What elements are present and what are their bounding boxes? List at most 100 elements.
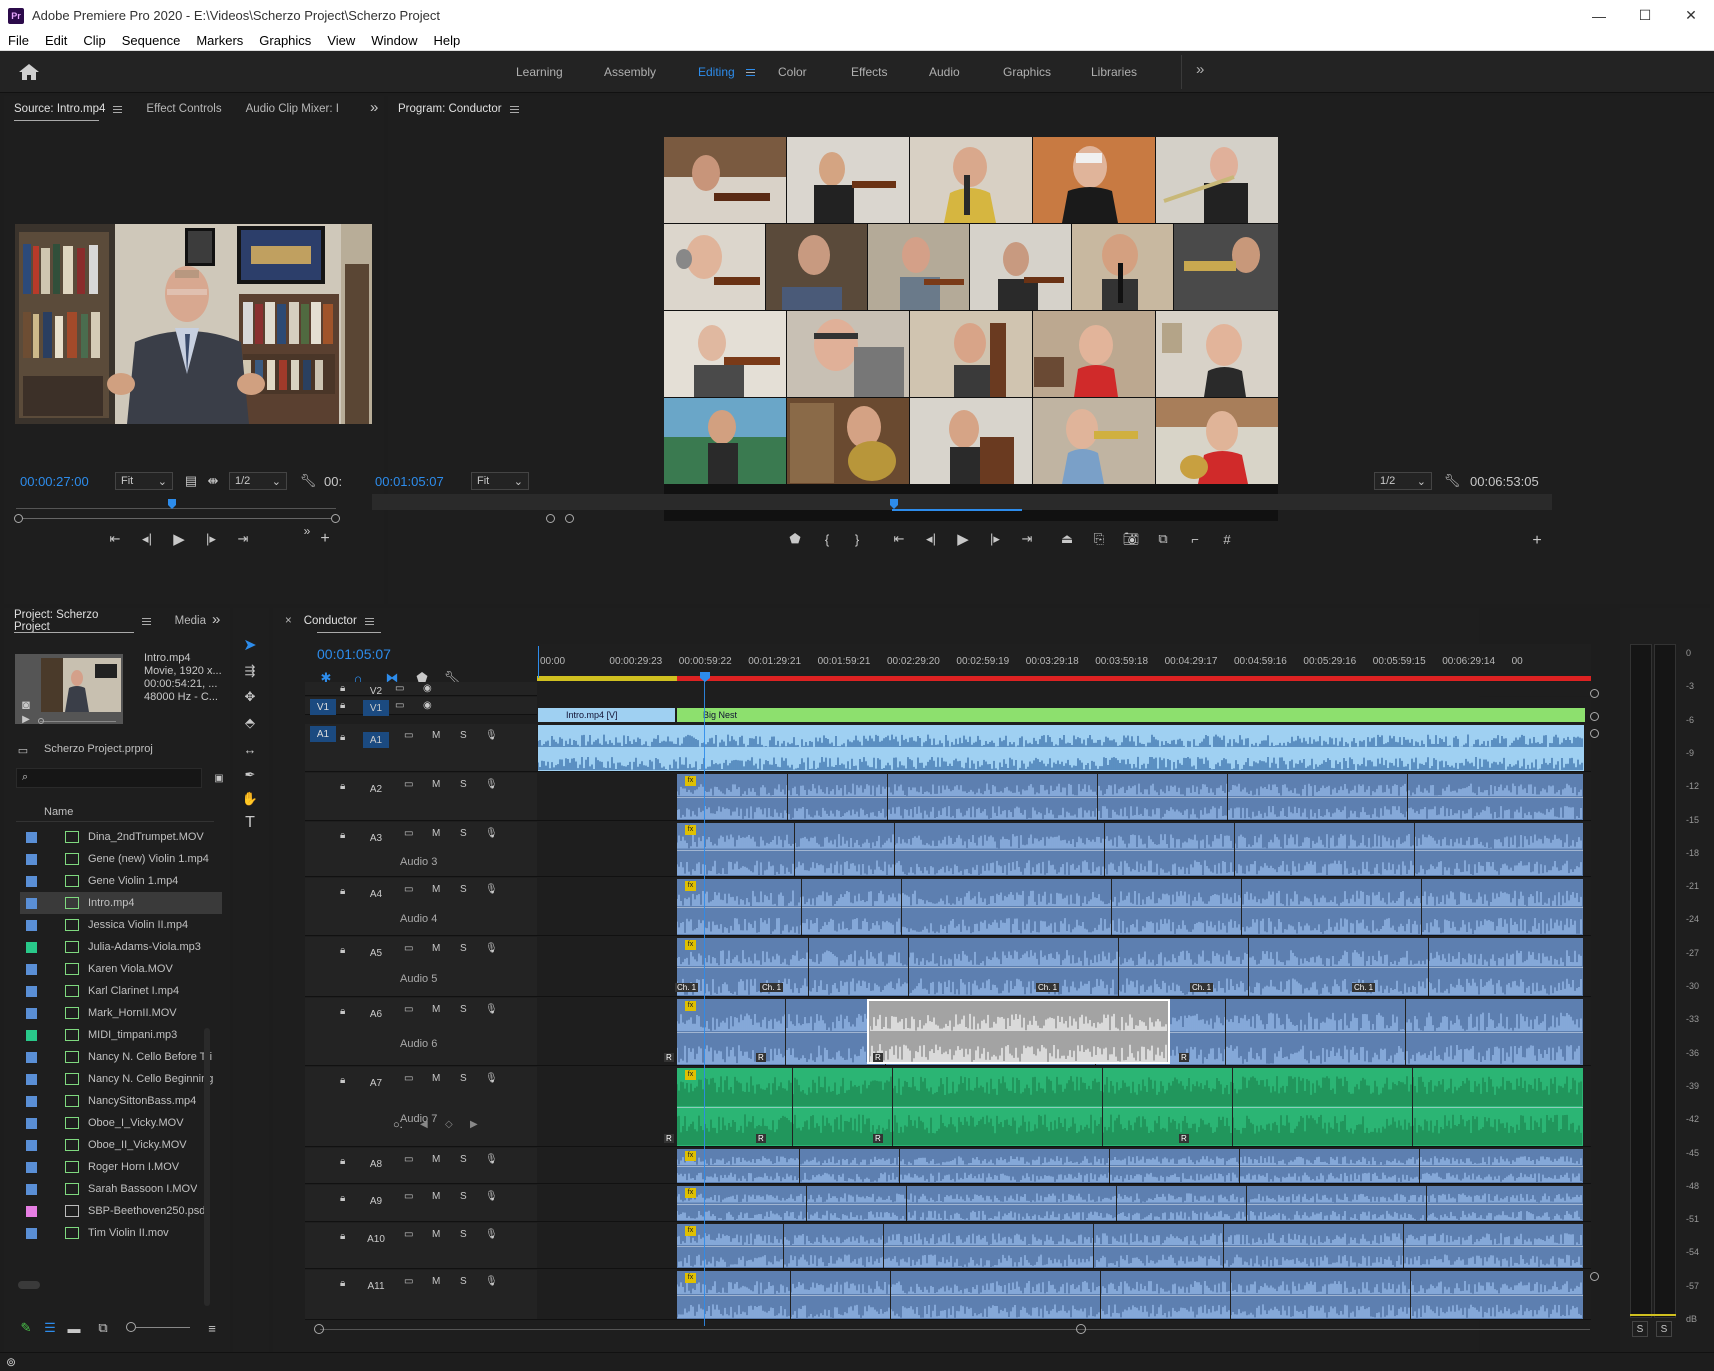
mute-button[interactable]: M	[432, 943, 440, 954]
source-play-icon[interactable]: ▶	[170, 530, 188, 548]
timeline-timecode[interactable]: 00:01:05:07	[317, 646, 391, 662]
project-item[interactable]: Sarah Bassoon I.MOV	[20, 1178, 222, 1200]
solo-button[interactable]: S	[460, 730, 467, 741]
track-output-icon[interactable]: ▭	[404, 730, 413, 741]
program-safe-margins-icon[interactable]: ⌐	[1186, 530, 1204, 548]
maximize-button[interactable]: ☐	[1622, 0, 1668, 31]
source-go-to-out-icon[interactable]: ⇥	[234, 530, 252, 548]
thumbnail-play-icon[interactable]: ▶	[19, 712, 33, 726]
workspace-effects[interactable]: Effects	[851, 65, 887, 79]
lock-icon[interactable]: 🔒︎	[340, 1231, 345, 1242]
microphone-icon[interactable]: 🎙︎	[485, 943, 498, 954]
lock-icon[interactable]: 🔒︎	[340, 886, 345, 897]
menu-view[interactable]: View	[319, 33, 363, 48]
label-color-swatch[interactable]	[26, 1007, 37, 1019]
workspace-color[interactable]: Color	[778, 65, 807, 79]
eye-icon[interactable]: ◉	[423, 700, 432, 711]
microphone-icon[interactable]: 🎙︎	[485, 1073, 498, 1084]
hand-tool-icon[interactable]: ✋	[239, 788, 261, 810]
track-label-a6[interactable]: A6	[363, 1006, 389, 1022]
program-export-frame-icon[interactable]: 📷︎	[1122, 530, 1140, 548]
program-lift-icon[interactable]: ⏏	[1058, 530, 1076, 548]
keyframe-toggle-icon[interactable]: ○.	[393, 1119, 403, 1131]
label-color-swatch[interactable]	[26, 1205, 37, 1217]
source-controls-more-icon[interactable]: »	[300, 524, 314, 538]
source-resolution-dropdown[interactable]: 1/2 ⌄	[229, 472, 287, 490]
workspace-graphics[interactable]: Graphics	[1003, 65, 1051, 79]
lock-icon[interactable]: 🔒︎	[340, 945, 345, 956]
solo-button[interactable]: S	[460, 1229, 467, 1240]
workspace-assembly[interactable]: Assembly	[604, 65, 656, 79]
microphone-icon[interactable]: 🎙︎	[485, 730, 498, 741]
minimize-button[interactable]: —	[1576, 0, 1622, 31]
program-wrench-icon[interactable]: 🔧︎	[1444, 472, 1461, 490]
workspaces-more-button[interactable]: »	[1196, 61, 1204, 78]
lock-icon[interactable]: 🔒︎	[340, 1193, 345, 1204]
project-item[interactable]: Karen Viola.MOV	[20, 958, 222, 980]
label-color-swatch[interactable]	[26, 853, 37, 865]
microphone-icon[interactable]: 🎙︎	[485, 1154, 498, 1165]
timeline-close-icon[interactable]: ×	[285, 615, 292, 627]
track-label-a9[interactable]: A9	[363, 1193, 389, 1209]
menu-help[interactable]: Help	[426, 33, 469, 48]
microphone-icon[interactable]: 🎙︎	[485, 1229, 498, 1240]
workspace-editing[interactable]: Editing	[698, 65, 735, 79]
solo-button[interactable]: S	[460, 1191, 467, 1202]
track-output-icon[interactable]: ▭	[404, 1154, 413, 1165]
project-item[interactable]: Intro.mp4	[20, 892, 222, 914]
timeline-scroll-start-handle[interactable]	[314, 1324, 324, 1334]
menu-markers[interactable]: Markers	[188, 33, 251, 48]
track-label-a2[interactable]: A2	[363, 781, 389, 797]
source-menu-icon[interactable]	[113, 105, 123, 113]
program-grid-icon[interactable]: #	[1218, 530, 1236, 548]
source-insert-icon[interactable]: ⇼	[206, 472, 220, 490]
project-item[interactable]: MIDI_timpani.mp3	[20, 1024, 222, 1046]
list-view-icon[interactable]: ☰	[42, 1320, 58, 1336]
home-icon[interactable]	[18, 63, 40, 81]
label-color-swatch[interactable]	[26, 1073, 37, 1085]
lock-icon[interactable]: 🔒︎	[340, 1156, 345, 1167]
track-label-a1[interactable]: A1	[363, 732, 389, 748]
fx-badge[interactable]: fx	[685, 776, 696, 786]
tab-source[interactable]: Source: Intro.mp4	[14, 103, 123, 115]
solo-right-button[interactable]: S	[1656, 1321, 1672, 1337]
source-zoom-end-handle[interactable]	[331, 514, 340, 523]
next-keyframe-icon[interactable]: ▶	[470, 1119, 478, 1130]
workspace-learning[interactable]: Learning	[516, 65, 563, 79]
solo-left-button[interactable]: S	[1632, 1321, 1648, 1337]
project-item[interactable]: Julia-Adams-Viola.mp3	[20, 936, 222, 958]
project-item[interactable]: Nancy N. Cello Before Tri	[20, 1046, 222, 1068]
source-wrench-icon[interactable]: 🔧︎	[300, 472, 317, 490]
lock-icon[interactable]: 🔒︎	[340, 683, 345, 694]
project-item[interactable]: Gene Violin 1.mp4	[20, 870, 222, 892]
program-go-to-in-icon[interactable]: ⇤	[890, 530, 908, 548]
sort-icon[interactable]: ≡	[204, 1320, 220, 1336]
lock-icon[interactable]: 🔒︎	[340, 700, 345, 711]
menu-clip[interactable]: Clip	[75, 33, 113, 48]
timeline-horizontal-scrollbar[interactable]	[320, 1329, 1590, 1330]
tab-program[interactable]: Program: Conductor	[398, 103, 519, 115]
microphone-icon[interactable]: 🎙︎	[485, 1004, 498, 1015]
source-settings-icon[interactable]: ▤	[184, 472, 198, 490]
type-tool-icon[interactable]: T	[239, 812, 261, 834]
razor-tool-icon[interactable]: ⬘	[239, 712, 261, 734]
track-output-icon[interactable]: ▭	[395, 700, 404, 711]
track-label-a5[interactable]: A5	[363, 945, 389, 961]
mute-button[interactable]: M	[432, 884, 440, 895]
solo-button[interactable]: S	[460, 1276, 467, 1287]
track-output-icon[interactable]: ▭	[395, 683, 404, 694]
timeline-vscroll-mid2-handle[interactable]	[1590, 729, 1599, 738]
lock-icon[interactable]: 🔒︎	[340, 1278, 345, 1289]
label-color-swatch[interactable]	[26, 1139, 37, 1151]
microphone-icon[interactable]: 🎙︎	[485, 884, 498, 895]
microphone-icon[interactable]: 🎙︎	[485, 1276, 498, 1287]
tab-timeline-conductor[interactable]: Conductor	[304, 615, 374, 627]
mute-button[interactable]: M	[432, 1154, 440, 1165]
program-mark-in-icon[interactable]: {	[818, 530, 836, 548]
track-select-tool-icon[interactable]: ⇶	[239, 660, 261, 682]
track-output-icon[interactable]: ▭	[404, 1191, 413, 1202]
project-item[interactable]: Nancy N. Cello Beginning	[20, 1068, 222, 1090]
program-play-icon[interactable]: ▶	[954, 530, 972, 548]
track-label-a10[interactable]: A10	[363, 1231, 389, 1247]
project-scrollbar[interactable]	[204, 1028, 210, 1306]
